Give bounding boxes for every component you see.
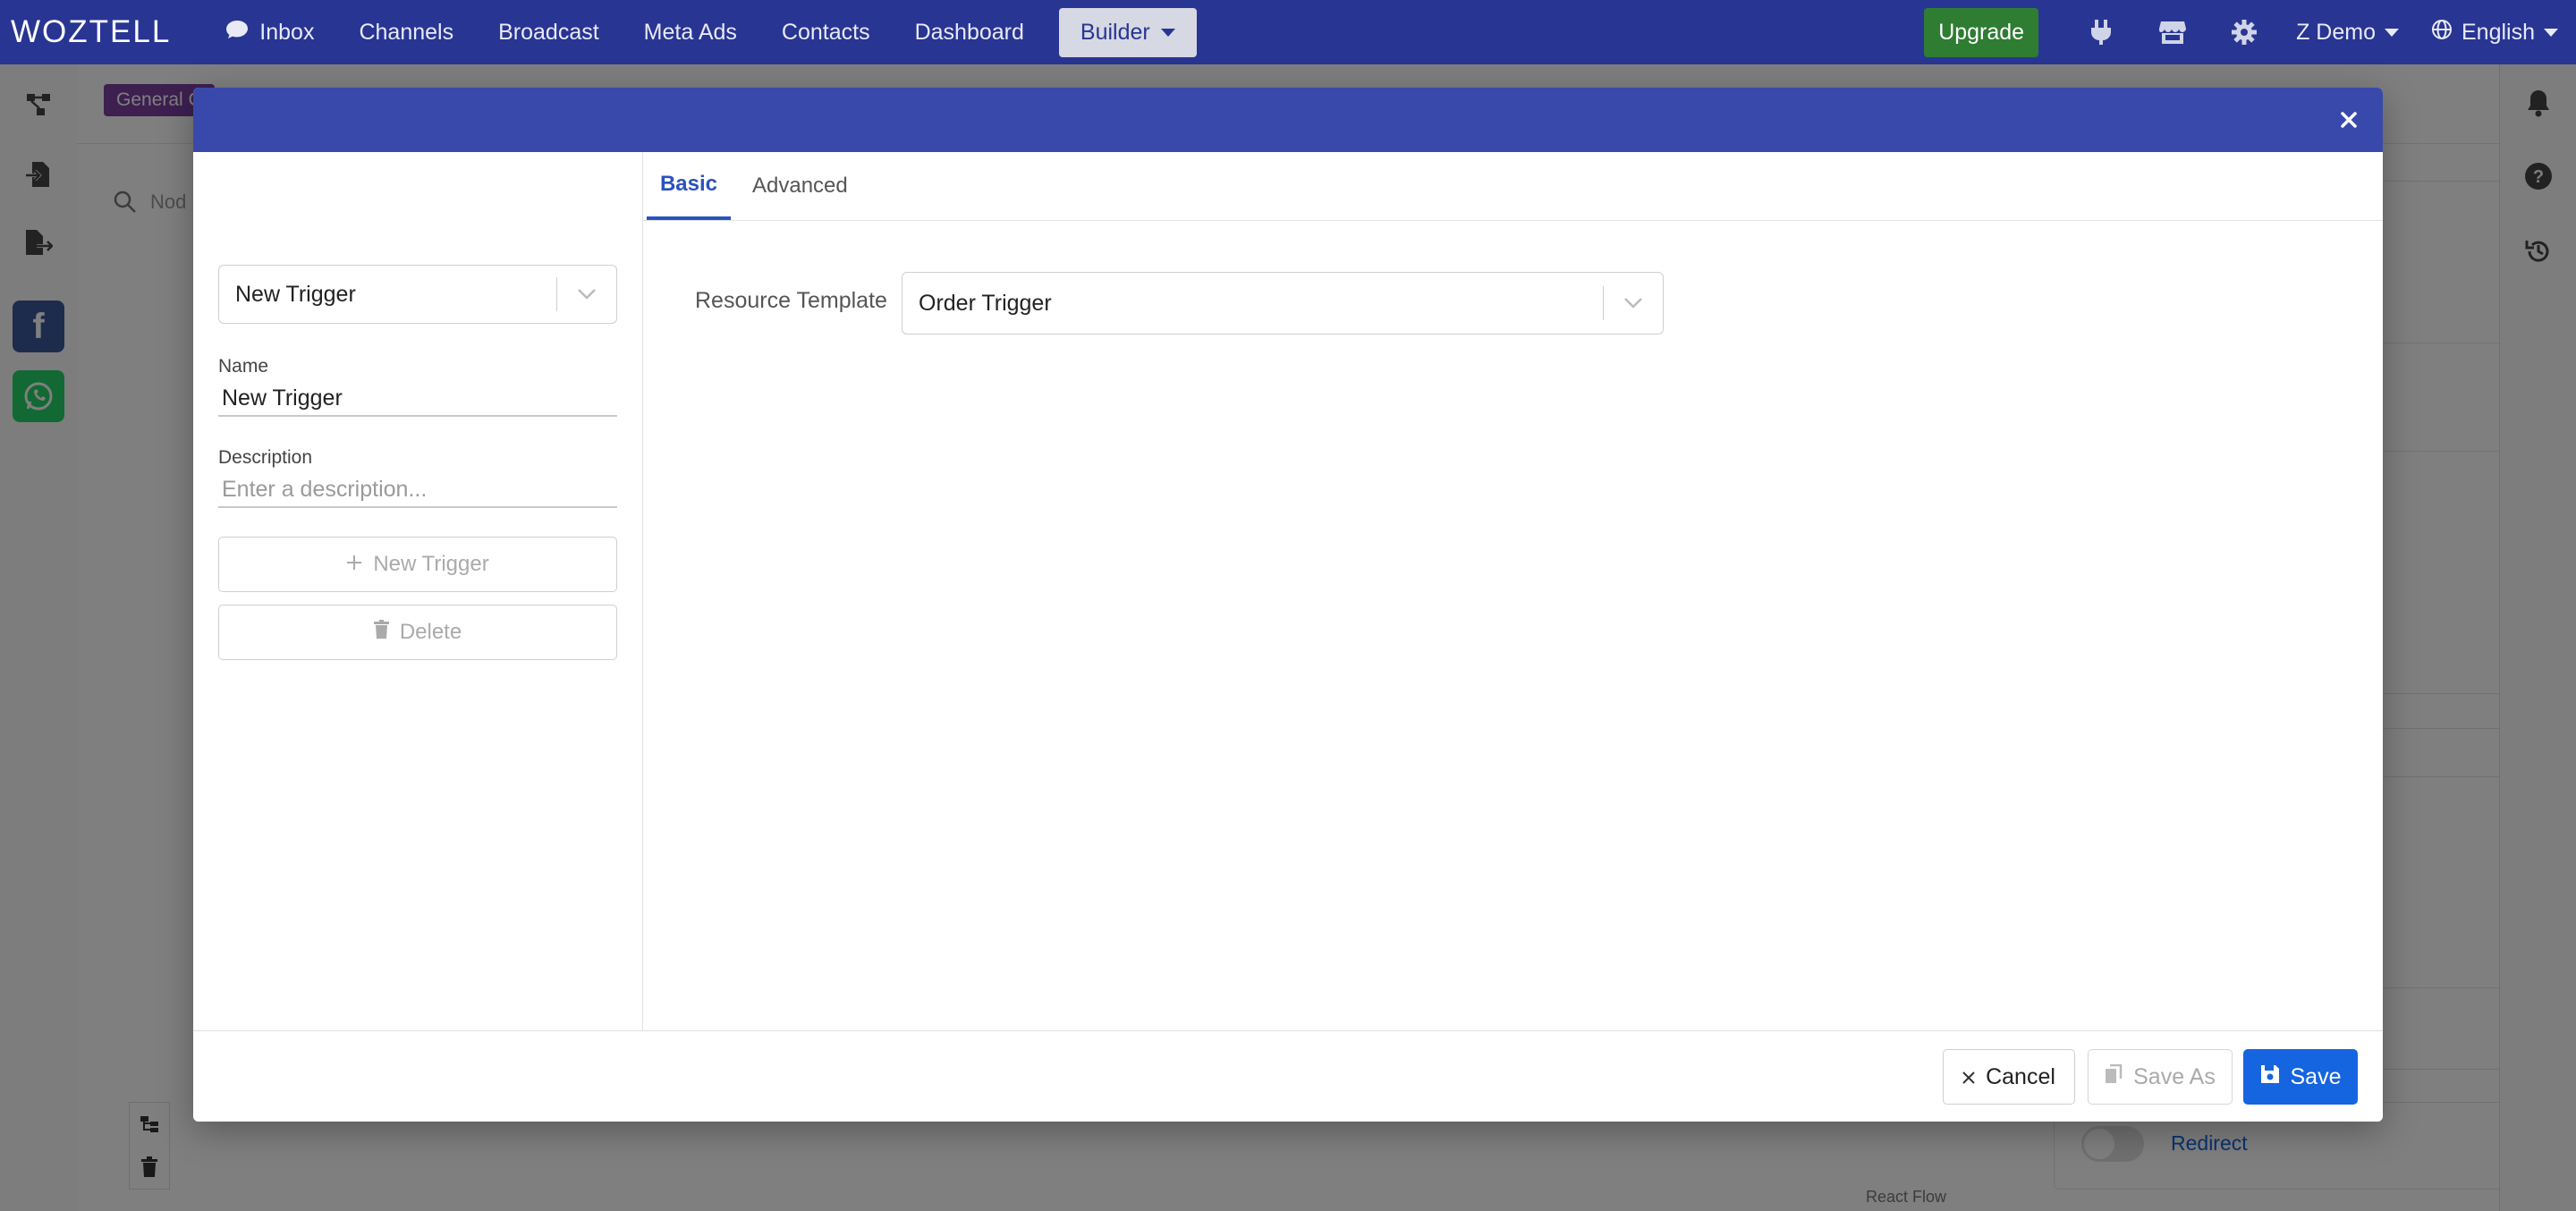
modal-footer: Cancel Save As Save bbox=[193, 1030, 2383, 1122]
trigger-detail-panel: Basic Advanced Resource Template Order T… bbox=[643, 152, 2383, 1030]
trigger-list-panel: New Trigger Name Description New Trigger… bbox=[193, 152, 643, 1030]
save-as-button[interactable]: Save As bbox=[2088, 1049, 2233, 1105]
nav-inbox-label: Inbox bbox=[259, 19, 315, 45]
caret-down-icon bbox=[2385, 28, 2399, 37]
save-as-label: Save As bbox=[2133, 1063, 2216, 1089]
caret-down-icon bbox=[2544, 28, 2558, 37]
delete-label: Delete bbox=[399, 620, 462, 644]
nav-dashboard[interactable]: Dashboard bbox=[915, 20, 1024, 46]
close-icon[interactable] bbox=[2334, 106, 2363, 134]
nav-builder-dropdown[interactable]: Builder bbox=[1058, 7, 1197, 57]
new-trigger-label: New Trigger bbox=[373, 552, 489, 576]
nav-inbox[interactable]: Inbox bbox=[225, 19, 314, 47]
gear-icon[interactable] bbox=[2230, 18, 2258, 47]
resource-template-label: Resource Template bbox=[695, 288, 887, 313]
trigger-modal: New Trigger Name Description New Trigger… bbox=[193, 88, 2383, 1122]
name-field[interactable] bbox=[218, 381, 617, 417]
save-button[interactable]: Save bbox=[2243, 1049, 2358, 1105]
name-label: Name bbox=[218, 356, 269, 377]
user-name: Z Demo bbox=[2296, 19, 2376, 45]
cancel-label: Cancel bbox=[1986, 1063, 2055, 1089]
cancel-button[interactable]: Cancel bbox=[1943, 1049, 2075, 1105]
trigger-select[interactable]: New Trigger bbox=[218, 265, 617, 324]
chevron-down-icon[interactable] bbox=[557, 265, 616, 324]
trigger-select-value: New Trigger bbox=[235, 281, 356, 307]
upgrade-button[interactable]: Upgrade bbox=[1924, 7, 2039, 57]
nav-contacts[interactable]: Contacts bbox=[782, 20, 870, 46]
close-icon bbox=[1962, 1064, 1975, 1090]
plus-icon bbox=[346, 552, 362, 577]
user-menu[interactable]: Z Demo bbox=[2296, 20, 2399, 46]
copy-icon bbox=[2105, 1063, 2123, 1090]
description-label: Description bbox=[218, 447, 313, 468]
top-nav: WOZTELL Inbox Channels Broadcast Meta Ad… bbox=[0, 0, 2576, 64]
caret-down-icon bbox=[1160, 28, 1175, 37]
chevron-down-icon[interactable] bbox=[1604, 272, 1663, 335]
resource-template-select[interactable]: Order Trigger bbox=[902, 272, 1664, 335]
plug-icon[interactable] bbox=[2087, 18, 2115, 47]
tab-basic[interactable]: Basic bbox=[647, 152, 731, 220]
floppy-disk-icon bbox=[2260, 1064, 2280, 1090]
nav-meta-ads[interactable]: Meta Ads bbox=[644, 20, 737, 46]
nav-builder-label: Builder bbox=[1080, 19, 1150, 45]
tab-bar: Basic Advanced bbox=[643, 152, 2383, 221]
save-label: Save bbox=[2290, 1063, 2342, 1089]
nav-channels[interactable]: Channels bbox=[359, 20, 453, 46]
store-icon[interactable] bbox=[2158, 18, 2187, 47]
description-field[interactable] bbox=[218, 472, 617, 508]
brand-logo[interactable]: WOZTELL bbox=[11, 14, 171, 50]
tab-advanced[interactable]: Advanced bbox=[752, 152, 848, 220]
resource-template-value: Order Trigger bbox=[919, 290, 1052, 316]
nav-broadcast[interactable]: Broadcast bbox=[498, 20, 599, 46]
language-label: English bbox=[2462, 19, 2535, 45]
delete-button[interactable]: Delete bbox=[218, 605, 617, 660]
chat-icon bbox=[225, 19, 249, 47]
modal-header bbox=[193, 88, 2383, 152]
new-trigger-button[interactable]: New Trigger bbox=[218, 537, 617, 592]
language-menu[interactable]: English bbox=[2431, 19, 2558, 47]
trash-icon bbox=[373, 620, 389, 645]
globe-icon bbox=[2431, 19, 2453, 47]
